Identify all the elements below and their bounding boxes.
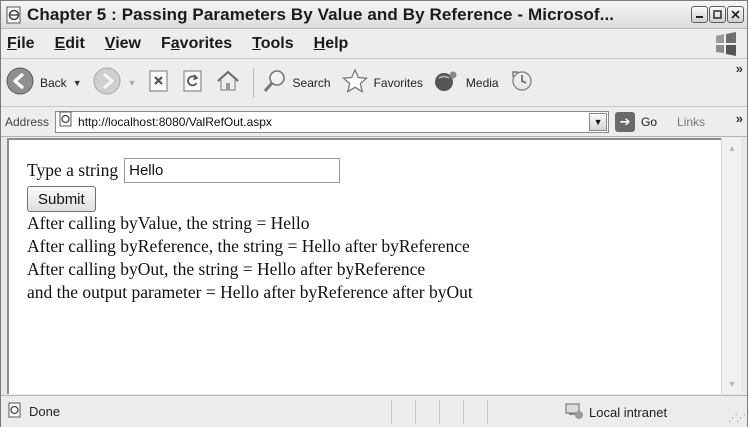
- vertical-scrollbar[interactable]: ▲ ▼: [721, 138, 741, 394]
- toolbar: Back ▼ ▼ Search Favorites Media »: [1, 59, 747, 107]
- output-line-out-parameter: and the output parameter = Hello after b…: [27, 282, 473, 302]
- page-icon: [58, 111, 74, 132]
- address-label: Address: [5, 114, 50, 129]
- back-button[interactable]: Back ▼: [5, 66, 82, 99]
- resize-grip-icon[interactable]: ⋰⋰: [728, 413, 746, 424]
- go-label: Go: [641, 114, 658, 129]
- home-button[interactable]: [215, 69, 241, 96]
- toolbar-overflow-chevron[interactable]: »: [736, 61, 743, 76]
- search-icon: [262, 68, 288, 97]
- zone-label: Local intranet: [589, 405, 668, 420]
- window-title: Chapter 5 : Passing Parameters By Value …: [27, 4, 615, 24]
- window-controls: [691, 6, 744, 23]
- menu-view[interactable]: View: [105, 35, 141, 53]
- browser-window: Chapter 5 : Passing Parameters By Value …: [0, 0, 748, 427]
- title-bar: Chapter 5 : Passing Parameters By Value …: [1, 1, 747, 29]
- favorites-label: Favorites: [373, 75, 423, 90]
- search-button[interactable]: Search: [262, 68, 331, 97]
- go-button[interactable]: ➔ Go: [615, 111, 658, 132]
- minimize-button[interactable]: [691, 6, 708, 23]
- string-input[interactable]: [124, 157, 341, 183]
- media-button[interactable]: Media: [433, 68, 499, 97]
- menu-favorites[interactable]: Favorites: [161, 35, 232, 53]
- stop-button[interactable]: [147, 69, 171, 96]
- security-zone: Local intranet: [563, 402, 667, 423]
- go-arrow-icon: ➔: [615, 111, 636, 132]
- url-input[interactable]: [78, 114, 579, 129]
- stop-icon: [147, 69, 171, 96]
- favorites-star-icon: [341, 68, 369, 97]
- maximize-button[interactable]: [709, 6, 726, 23]
- menu-file[interactable]: File: [7, 35, 35, 53]
- forward-dropdown-icon[interactable]: ▼: [128, 78, 137, 88]
- ie-status-icon: [7, 402, 23, 421]
- intranet-zone-icon: [563, 402, 585, 423]
- status-cell-2: [415, 399, 439, 424]
- address-bar: Address ▼ ➔ Go Links »: [1, 107, 747, 137]
- links-overflow-chevron[interactable]: »: [736, 111, 743, 126]
- prompt-label: Type a string: [27, 159, 119, 180]
- history-icon: [509, 68, 535, 97]
- forward-arrow-icon: [92, 66, 122, 99]
- menu-bar: File Edit View Favorites Tools Help: [1, 29, 747, 59]
- output-line-byreference: After calling byReference, the string = …: [27, 236, 470, 256]
- menu-edit[interactable]: Edit: [55, 35, 85, 53]
- media-icon: [433, 68, 461, 97]
- media-label: Media: [465, 75, 499, 90]
- menu-tools[interactable]: Tools: [252, 35, 293, 53]
- input-row: Type a string: [27, 156, 721, 184]
- address-dropdown-icon[interactable]: ▼: [589, 112, 608, 131]
- ie-page-icon: [5, 6, 23, 24]
- links-button[interactable]: Links: [677, 115, 705, 129]
- toolbar-separator: [252, 67, 254, 98]
- output-line-byout: After calling byOut, the string = Hello …: [27, 259, 426, 279]
- back-label: Back: [40, 75, 67, 90]
- status-cell-4: [463, 399, 487, 424]
- history-button[interactable]: [509, 68, 535, 97]
- home-icon: [215, 69, 241, 96]
- status-done-cell: Done: [1, 402, 391, 421]
- search-label: Search: [292, 75, 331, 90]
- status-cell-3: [439, 399, 463, 424]
- status-text: Done: [29, 404, 61, 419]
- windows-logo-icon: [713, 32, 739, 56]
- status-cell-1: [391, 399, 415, 424]
- submit-button[interactable]: Submit: [27, 186, 96, 212]
- page-content: Type a string Submit After calling byVal…: [7, 138, 721, 394]
- back-arrow-icon: [5, 66, 35, 99]
- address-field[interactable]: ▼: [55, 110, 610, 133]
- status-bar: Done Local intranet ⋰⋰: [1, 395, 747, 427]
- output-line-byvalue: After calling byValue, the string = Hell…: [27, 213, 310, 233]
- back-dropdown-icon[interactable]: ▼: [73, 78, 82, 88]
- scroll-up-icon[interactable]: ▲: [724, 140, 740, 156]
- scroll-down-icon[interactable]: ▼: [724, 376, 740, 392]
- refresh-icon: [181, 69, 205, 96]
- close-button[interactable]: [727, 6, 744, 23]
- menu-help[interactable]: Help: [314, 35, 349, 53]
- refresh-button[interactable]: [181, 69, 205, 96]
- status-cell-5: [487, 399, 511, 424]
- forward-button[interactable]: ▼: [92, 66, 137, 99]
- favorites-button[interactable]: Favorites: [341, 68, 423, 97]
